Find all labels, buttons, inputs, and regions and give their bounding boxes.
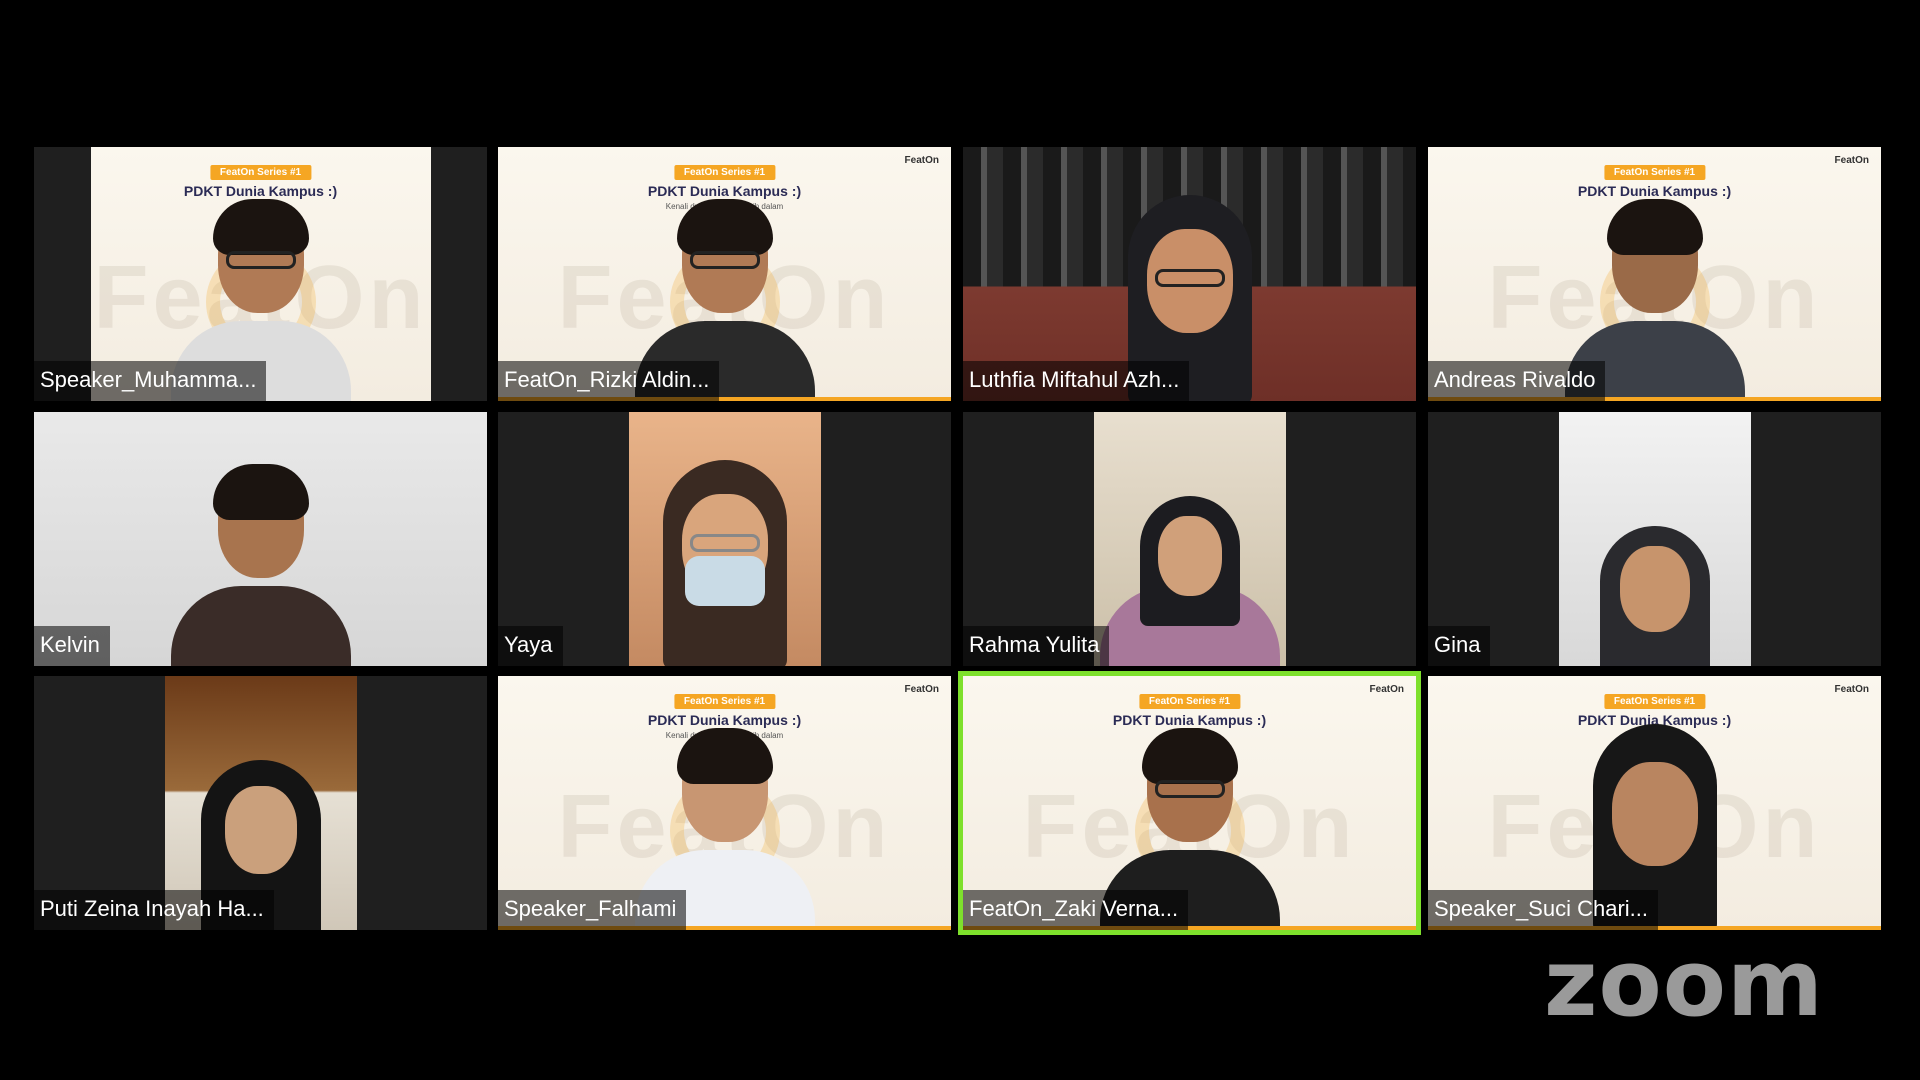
participant-tile-active-speaker[interactable]: FeatOn FeatOn FeatOn Series #1 PDKT Duni… [958,671,1421,935]
participant-video [628,412,821,666]
zoom-gallery-view: FeatOn FeatOn Series #1 PDKT Dunia Kampu… [0,0,1920,1080]
participant-tile[interactable]: FeatOn FeatOn Series #1 PDKT Dunia Kampu… [34,147,487,401]
participant-tile[interactable]: Rahma Yulita [963,412,1416,666]
participant-name: Kelvin [34,626,110,666]
participant-name: Speaker_Suci Chari... [1428,890,1658,930]
participant-avatar [635,446,815,666]
featon-badge: FeatOn Series #1 [1603,165,1706,180]
featon-badge: FeatOn Series #1 [209,165,312,180]
participant-video [1558,412,1751,666]
participant-name: FeatOn_Zaki Verna... [963,890,1189,930]
participant-name: Yaya [498,626,563,666]
featon-logo: FeatOn [1834,155,1869,166]
participant-tile[interactable]: Kelvin [34,412,487,666]
featon-badge: FeatOn Series #1 [1138,694,1241,709]
participant-avatar [1565,446,1745,666]
featon-badge: FeatOn Series #1 [673,694,776,709]
participant-tile[interactable]: FeatOn FeatOn FeatOn Series #1 PDKT Duni… [1428,147,1881,401]
participant-tile[interactable]: FeatOn FeatOn FeatOn Series #1 PDKT Duni… [498,147,951,401]
participant-name: Speaker_Muhamma... [34,361,267,401]
participant-tile[interactable]: FeatOn FeatOn FeatOn Series #1 PDKT Duni… [1428,676,1881,930]
participant-tile[interactable]: Puti Zeina Inayah Ha... [34,676,487,930]
participant-name: Puti Zeina Inayah Ha... [34,890,274,930]
participant-video [1093,412,1286,666]
participant-tile[interactable]: FeatOn FeatOn FeatOn Series #1 PDKT Duni… [498,676,951,930]
participant-tile[interactable]: Gina [1428,412,1881,666]
participant-avatar [1099,446,1280,666]
participant-name: Rahma Yulita [963,626,1110,666]
participant-name: Andreas Rivaldo [1428,361,1606,401]
featon-logo: FeatOn [904,155,939,166]
featon-logo: FeatOn [1834,684,1869,695]
featon-logo: FeatOn [1369,684,1404,695]
participant-name: Speaker_Falhami [498,890,687,930]
participant-tile[interactable]: Yaya [498,412,951,666]
participant-avatar [170,446,351,666]
zoom-logo: zoom [1544,930,1824,1037]
participant-name: FeatOn_Rizki Aldin... [498,361,720,401]
featon-badge: FeatOn Series #1 [673,165,776,180]
participant-name: Luthfia Miftahul Azh... [963,361,1190,401]
featon-badge: FeatOn Series #1 [1603,694,1706,709]
participant-tile[interactable]: Luthfia Miftahul Azh... [963,147,1416,401]
participant-name: Gina [1428,626,1491,666]
featon-logo: FeatOn [904,684,939,695]
